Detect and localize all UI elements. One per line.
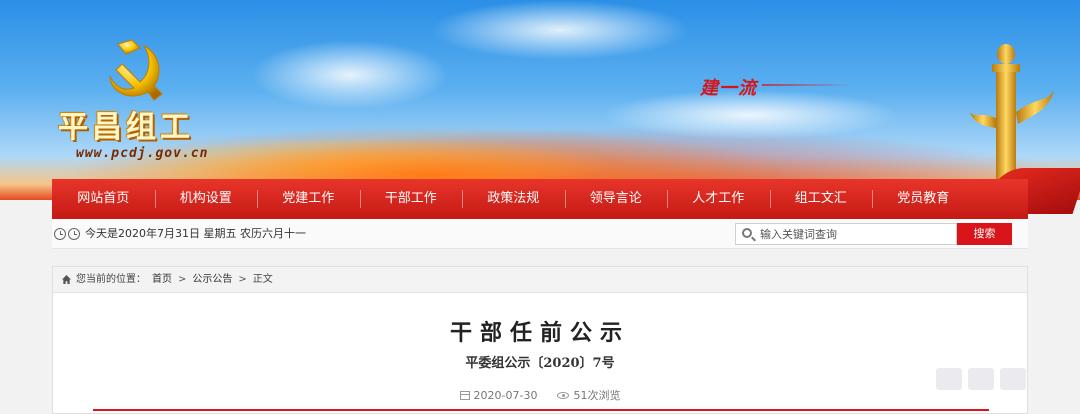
nav-item-party-building[interactable]: 党建工作 xyxy=(257,179,360,219)
calendar-icon xyxy=(459,390,470,400)
breadcrumb-home[interactable]: 首页 xyxy=(152,267,172,293)
breadcrumb: 您当前的位置： 首页 > 公示公告 > 正文 xyxy=(53,267,1027,293)
home-icon xyxy=(62,275,71,284)
nav-item-member-education[interactable]: 党员教育 xyxy=(872,179,975,219)
search-button[interactable]: 搜索 xyxy=(957,223,1012,245)
header-banner: 平昌组工 www.pcdj.gov.cn 建一流 xyxy=(0,0,1080,214)
breadcrumb-current: 正文 xyxy=(252,274,273,285)
breadcrumb-prefix: 您当前的位置： xyxy=(76,274,146,285)
info-bar: 今天是2020年7月31日 星期五 农历六月十一 搜索 xyxy=(52,219,1028,249)
slogan-fade xyxy=(762,84,852,86)
date-text: 今天是2020年7月31日 星期五 农历六月十一 xyxy=(85,227,306,240)
search-icon xyxy=(742,228,752,238)
cloud-decoration xyxy=(250,40,450,110)
nav-item-talent-work[interactable]: 人才工作 xyxy=(667,179,770,219)
nav-item-policies[interactable]: 政策法规 xyxy=(462,179,565,219)
publish-date: 2020-07-30 xyxy=(459,387,538,403)
nav-item-leader-speeches[interactable]: 领导言论 xyxy=(564,179,668,219)
nav-item-organization[interactable]: 机构设置 xyxy=(154,179,258,219)
main-nav: 网站首页 机构设置 党建工作 干部工作 政策法规 领导言论 人才工作 组工文汇 … xyxy=(52,179,1028,219)
article-doc-number: 平委组公示〔2020〕7号 xyxy=(465,356,615,371)
breadcrumb-separator: > xyxy=(238,274,247,285)
view-count-text: 51次浏览 xyxy=(573,389,621,402)
publish-date-text: 2020-07-30 xyxy=(473,388,538,402)
clock-icon xyxy=(68,228,80,240)
article-meta: 2020-07-30 51次浏览 xyxy=(53,387,1027,403)
site-url: www.pcdj.gov.cn xyxy=(76,146,209,161)
cloud-decoration xyxy=(430,0,690,60)
article-panel: 您当前的位置： 首页 > 公示公告 > 正文 干部任前公示 平委组公示〔2020… xyxy=(52,266,1028,414)
eye-icon xyxy=(557,391,570,399)
party-emblem-icon xyxy=(109,39,163,101)
search-input[interactable] xyxy=(735,223,957,245)
breadcrumb-separator: > xyxy=(178,274,187,285)
title-divider xyxy=(93,409,989,411)
view-count: 51次浏览 xyxy=(557,387,620,403)
article-title: 干部任前公示 xyxy=(449,320,630,346)
nav-item-articles[interactable]: 组工文汇 xyxy=(769,179,873,219)
nav-item-home[interactable]: 网站首页 xyxy=(52,179,155,219)
site-title: 平昌组工 xyxy=(58,110,194,145)
watermark-icon xyxy=(936,368,1026,390)
nav-item-cadre-work[interactable]: 干部工作 xyxy=(359,179,463,219)
clock-icon xyxy=(54,228,66,240)
breadcrumb-notices[interactable]: 公示公告 xyxy=(192,267,232,293)
watermark-logo xyxy=(934,358,1044,398)
slogan: 建一流 xyxy=(700,78,757,99)
